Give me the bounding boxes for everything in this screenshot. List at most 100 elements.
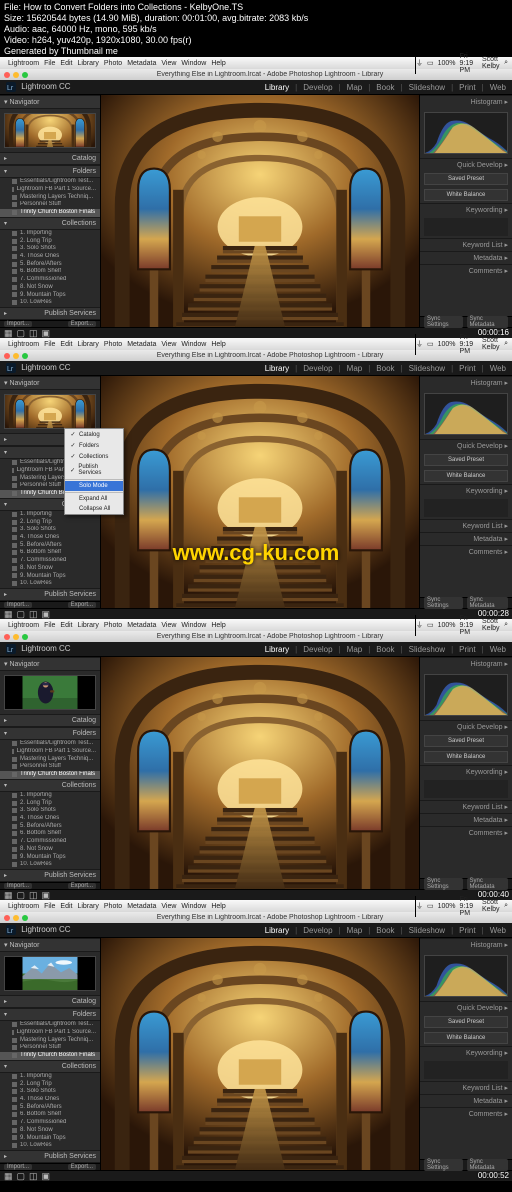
collection-item[interactable]: 5. Before/Afters <box>0 260 100 268</box>
minimize-button[interactable] <box>13 353 19 359</box>
mac-menu-item[interactable]: Window <box>181 60 206 67</box>
sync-metadata-button[interactable]: Sync Metadata <box>467 316 508 328</box>
folder-item[interactable]: Lightroom FB Part 1 Source... <box>0 186 100 194</box>
wb-dropdown[interactable]: White Balance <box>424 189 508 201</box>
histogram[interactable] <box>424 674 508 716</box>
module-tab[interactable]: Print <box>459 926 475 935</box>
navigator-header[interactable]: ▾ Navigator <box>0 657 100 671</box>
module-tab[interactable]: Book <box>376 83 394 92</box>
folders-header[interactable]: ▾Folders <box>0 165 100 178</box>
comments-header[interactable]: Comments ▸ <box>420 826 512 839</box>
metadata-header[interactable]: Metadata ▸ <box>420 813 512 826</box>
quickdev-header[interactable]: Quick Develop ▸ <box>420 1001 512 1014</box>
metadata-header[interactable]: Metadata ▸ <box>420 1094 512 1107</box>
collection-item[interactable]: 6. Bottom Shelf <box>0 549 100 557</box>
sync-metadata-button[interactable]: Sync Metadata <box>467 597 508 609</box>
collection-item[interactable]: 10. LowRes <box>0 580 100 588</box>
folder-item[interactable]: Essentials/Lightroom Test... <box>0 1021 100 1029</box>
survey-icon[interactable]: ▣ <box>42 1171 51 1182</box>
mac-menu-item[interactable]: Photo <box>104 903 122 910</box>
keywording-header[interactable]: Keywording ▸ <box>420 484 512 497</box>
module-tab[interactable]: Library <box>265 926 289 935</box>
import-button[interactable]: Import... <box>4 1164 32 1170</box>
keyword-field[interactable] <box>424 780 508 798</box>
menubar-status[interactable]: 100% <box>438 903 456 910</box>
collection-item[interactable]: 4. Those Ones <box>0 815 100 823</box>
spotlight-icon[interactable]: ⌕ <box>504 902 508 910</box>
module-tab[interactable]: Develop <box>303 926 332 935</box>
mac-menu-item[interactable]: Lightroom <box>8 60 39 67</box>
preset-dropdown[interactable]: Saved Preset <box>424 735 508 747</box>
mac-menu-item[interactable]: File <box>44 341 55 348</box>
menubar-status[interactable]: Scott Kelby <box>482 618 500 632</box>
menubar-status[interactable]: Scott Kelby <box>482 56 500 70</box>
ctx-expand[interactable]: Expand All <box>65 494 123 504</box>
histogram-header[interactable]: Histogram ▸ <box>420 376 512 389</box>
module-tab[interactable]: Develop <box>303 364 332 373</box>
minimize-button[interactable] <box>13 915 19 921</box>
catalog-header[interactable]: ▸Catalog <box>0 152 100 165</box>
mac-menu-item[interactable]: Help <box>211 622 225 629</box>
minimize-button[interactable] <box>13 634 19 640</box>
folder-item[interactable]: Trinity Church Boston Finals <box>0 209 100 217</box>
keywordlist-header[interactable]: Keyword List ▸ <box>420 1081 512 1094</box>
spotlight-icon[interactable]: ⌕ <box>504 59 508 67</box>
sync-settings-button[interactable]: Sync Settings <box>424 1159 463 1171</box>
menubar-status[interactable]: 100% <box>438 622 456 629</box>
mac-menu-item[interactable]: Metadata <box>127 903 156 910</box>
collection-item[interactable]: 3. Solo Shots <box>0 526 100 534</box>
close-button[interactable] <box>4 634 10 640</box>
collection-item[interactable]: 6. Bottom Shelf <box>0 268 100 276</box>
collection-item[interactable]: 7. Commissioned <box>0 1119 100 1127</box>
keywordlist-header[interactable]: Keyword List ▸ <box>420 800 512 813</box>
collection-item[interactable]: 8. Not Snow <box>0 1126 100 1134</box>
zoom-button[interactable] <box>22 353 28 359</box>
mac-menu-item[interactable]: Window <box>181 341 206 348</box>
sync-settings-button[interactable]: Sync Settings <box>424 878 463 890</box>
mac-menu-item[interactable]: View <box>161 60 176 67</box>
collection-item[interactable]: 4. Those Ones <box>0 534 100 542</box>
grid-icon[interactable]: ▦ <box>4 609 13 620</box>
metadata-header[interactable]: Metadata ▸ <box>420 251 512 264</box>
mac-menu-item[interactable]: File <box>44 903 55 910</box>
compare-icon[interactable]: ◫ <box>29 609 38 620</box>
collection-item[interactable]: 9. Mountain Tops <box>0 853 100 861</box>
folder-item[interactable]: Personnel Stuff <box>0 201 100 209</box>
close-button[interactable] <box>4 353 10 359</box>
grid-icon[interactable]: ▦ <box>4 890 13 901</box>
ctx-collapse[interactable]: Collapse All <box>65 504 123 514</box>
mac-menu-item[interactable]: Help <box>211 903 225 910</box>
loupe-view[interactable] <box>101 938 419 1170</box>
module-tab[interactable]: Library <box>265 645 289 654</box>
folders-header[interactable]: ▾Folders <box>0 727 100 740</box>
folder-item[interactable]: Trinity Church Boston Finals <box>0 1052 100 1060</box>
zoom-button[interactable] <box>22 634 28 640</box>
comments-header[interactable]: Comments ▸ <box>420 264 512 277</box>
compare-icon[interactable]: ◫ <box>29 890 38 901</box>
publish-header[interactable]: ▸Publish Services <box>0 588 100 601</box>
collection-item[interactable]: 9. Mountain Tops <box>0 1134 100 1142</box>
mac-menu-item[interactable]: Library <box>77 341 98 348</box>
preset-dropdown[interactable]: Saved Preset <box>424 173 508 185</box>
loupe-view[interactable] <box>101 95 419 327</box>
zoom-button[interactable] <box>22 915 28 921</box>
collection-item[interactable]: 2. Long Trip <box>0 799 100 807</box>
histogram[interactable] <box>424 955 508 997</box>
module-tab[interactable]: Web <box>490 926 506 935</box>
loupe-view[interactable] <box>101 657 419 889</box>
navigator-thumb[interactable] <box>4 113 96 148</box>
wifi-icon[interactable]: ⏚ <box>416 901 423 911</box>
collections-header[interactable]: ▾Collections <box>0 217 100 230</box>
histogram-header[interactable]: Histogram ▸ <box>420 657 512 670</box>
histogram-header[interactable]: Histogram ▸ <box>420 938 512 951</box>
close-button[interactable] <box>4 915 10 921</box>
mac-menu-item[interactable]: Lightroom <box>8 622 39 629</box>
keyword-field[interactable] <box>424 499 508 517</box>
collection-item[interactable]: 7. Commissioned <box>0 838 100 846</box>
ctx-solo-mode[interactable]: Solo Mode <box>65 481 123 491</box>
module-tab[interactable]: Develop <box>303 645 332 654</box>
collection-item[interactable]: 7. Commissioned <box>0 557 100 565</box>
grid-icon[interactable]: ▦ <box>4 328 13 339</box>
loupe-view[interactable] <box>101 376 419 608</box>
histogram-header[interactable]: Histogram ▸ <box>420 95 512 108</box>
